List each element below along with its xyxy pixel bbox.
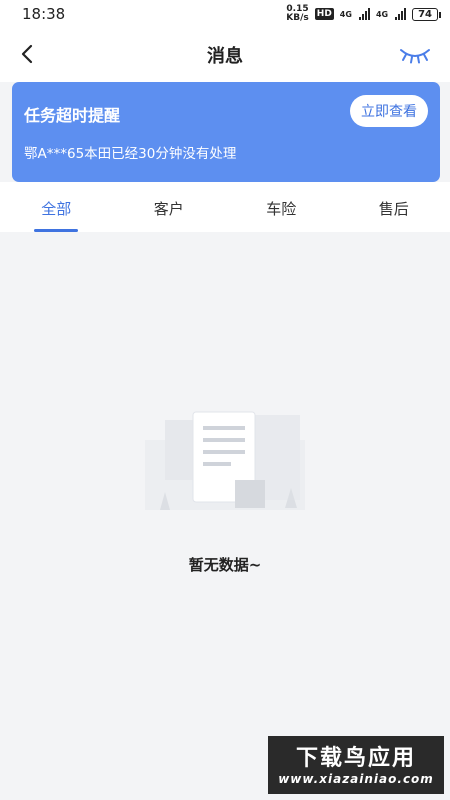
alert-message: 鄂A***65本田已经30分钟没有处理 [24,146,237,162]
timeout-alert-card: 任务超时提醒 鄂A***65本田已经30分钟没有处理 立即查看 [12,82,440,182]
status-time: 18:38 [22,5,66,23]
status-indicators: 0.15 KB/s HD 4G 4G 74 [286,5,441,23]
category-tabs: 全部 客户 车险 售后 [0,182,450,232]
hd-icon: HD [314,8,334,20]
empty-document-icon [145,411,305,510]
page-title: 消息 [207,46,243,67]
signal-icon-2 [395,8,407,20]
network-type-2: 4G [375,9,389,19]
network-speed: 0.15 KB/s [286,5,308,23]
watermark-url: www.xiazainiao.com [278,772,434,786]
view-now-button[interactable]: 立即查看 [350,95,428,127]
tab-customer[interactable]: 客户 [113,182,226,232]
alert-title: 任务超时提醒 [24,106,121,125]
tab-all[interactable]: 全部 [0,182,113,232]
signal-icon [358,8,370,20]
tab-car-insurance[interactable]: 车险 [225,182,338,232]
closed-eye-icon[interactable] [398,44,432,66]
network-speed-unit: KB/s [286,13,309,23]
empty-state-text: 暂无数据~ [188,556,262,574]
site-watermark: 下载鸟应用 www.xiazainiao.com [268,736,444,794]
nav-header: 消息 [0,28,450,82]
battery-icon: 74 [412,7,441,21]
status-bar: 18:38 0.15 KB/s HD 4G 4G 74 [0,0,450,28]
tab-after-sales[interactable]: 售后 [338,182,450,232]
network-type-1: 4G [339,9,352,19]
watermark-main: 下载鸟应用 [295,746,416,771]
